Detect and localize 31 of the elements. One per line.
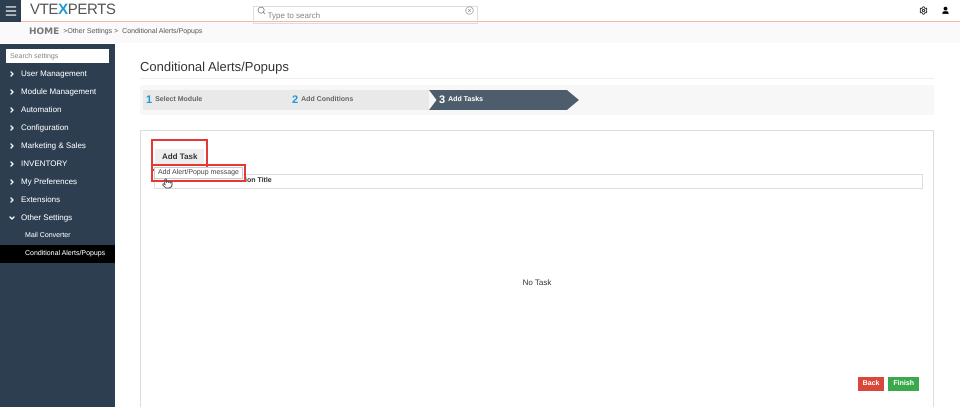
hand-cursor-icon: [162, 178, 173, 189]
empty-message: No Task: [522, 277, 552, 289]
breadcrumb-home[interactable]: HOME: [29, 26, 60, 40]
chevron-right-icon: [8, 106, 16, 114]
sidebar-item[interactable]: Configuration: [0, 119, 115, 137]
logo: VTEXPERTS: [30, 0, 116, 20]
chevron-right-icon: [8, 88, 16, 96]
menu-icon: [4, 4, 18, 18]
chevron-right-icon: [8, 70, 16, 78]
chevron-right-icon: [8, 178, 16, 186]
settings-icon[interactable]: [919, 6, 928, 15]
sidebar-item[interactable]: Extensions: [0, 191, 115, 209]
clear-icon[interactable]: [464, 6, 474, 14]
sidebar-item[interactable]: Other Settings: [0, 209, 115, 227]
sidebar-item[interactable]: My Preferences: [0, 173, 115, 191]
chevron-right-icon: [8, 196, 16, 204]
sidebar-item[interactable]: Module Management: [0, 83, 115, 101]
page-title: Conditional Alerts/Popups: [140, 57, 934, 79]
chevron-right-icon: [8, 142, 16, 150]
sidebar-item[interactable]: Marketing & Sales: [0, 137, 115, 155]
sidebar-item[interactable]: User Management: [0, 65, 115, 83]
search-icon: [256, 6, 266, 14]
chevron-right-icon: [8, 124, 16, 132]
sidebar-item[interactable]: Automation: [0, 101, 115, 119]
search-field[interactable]: Type to search: [252, 6, 478, 24]
sidebar-item[interactable]: INVENTORY: [0, 155, 115, 173]
user-icon[interactable]: [941, 6, 950, 15]
chevron-down-icon: [8, 214, 16, 222]
menu-button[interactable]: [0, 0, 21, 22]
add-task-button[interactable]: Add Task: [155, 149, 204, 165]
chevron-right-icon: [8, 160, 16, 168]
